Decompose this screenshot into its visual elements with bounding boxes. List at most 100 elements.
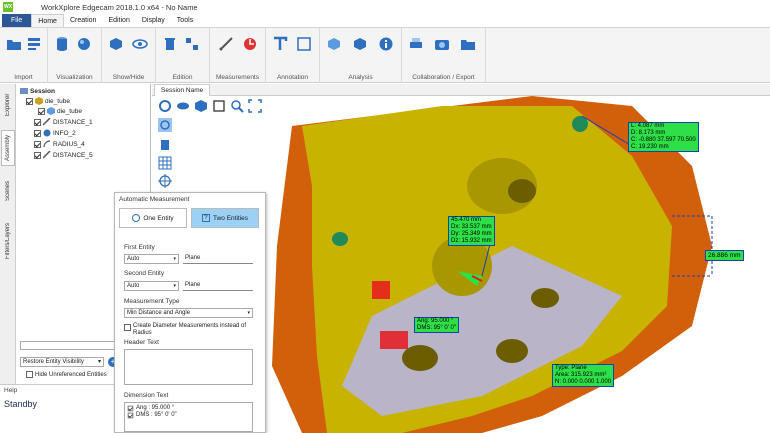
- text-annotation-icon[interactable]: [272, 36, 288, 52]
- tab-scenes[interactable]: Scenes: [1, 176, 15, 206]
- measure-line: Dy: 25.349 mm: [451, 231, 492, 237]
- tree-checkbox[interactable]: [34, 140, 41, 148]
- show-cube-icon[interactable]: [108, 36, 124, 52]
- tree-checkbox[interactable]: [26, 97, 33, 105]
- ribbon: Import Visualization Show/Hide Edition M…: [0, 28, 770, 83]
- delete-icon[interactable]: [162, 36, 178, 52]
- automatic-measurement-dialog: Automatic Measurement One Entity ? Two E…: [114, 192, 266, 433]
- tab-assembly[interactable]: Assembly: [1, 130, 15, 166]
- cube-analysis-icon[interactable]: [326, 36, 342, 52]
- menu-creation[interactable]: Creation: [64, 14, 102, 27]
- diameter-checkbox[interactable]: [124, 324, 131, 331]
- tab-two-entities[interactable]: ? Two Entities: [191, 208, 259, 228]
- diameter-option[interactable]: Create Diameter Measurements instead of …: [124, 323, 254, 337]
- section-icon[interactable]: [352, 36, 368, 52]
- menu-display[interactable]: Display: [136, 14, 171, 27]
- tree-checkbox[interactable]: [34, 129, 41, 137]
- visibility-select-value: Restore Entity Visibility: [23, 359, 84, 365]
- first-entity-input[interactable]: Plane: [183, 254, 253, 264]
- tree-row-die-tube[interactable]: die_tube: [26, 96, 70, 106]
- diameter-option-label: Create Diameter Measurements instead of …: [133, 323, 247, 336]
- ribbon-label-analysis: Analysis: [348, 74, 373, 81]
- import-list-icon[interactable]: [26, 36, 42, 52]
- dimension-line-dms[interactable]: DMS : 95° 0' 0": [127, 412, 250, 419]
- export-icon[interactable]: [460, 36, 476, 52]
- measure-line: Area: 315.923 mm²: [555, 372, 607, 378]
- ribbon-group-collaboration: Collaboration / Export: [402, 28, 486, 83]
- tree-item-label: INFO_2: [53, 129, 76, 137]
- header-text-label: Header Text: [124, 339, 159, 346]
- ribbon-group-visualization: Visualization: [48, 28, 102, 83]
- measure-line: 45.470 mm: [451, 217, 482, 223]
- tab-session-name[interactable]: Session Name: [154, 84, 211, 96]
- assembly-icon: [35, 97, 43, 105]
- measure-icon[interactable]: [242, 36, 258, 52]
- measurement-box-length[interactable]: 26.886 mm: [705, 250, 744, 261]
- camera-icon[interactable]: [434, 36, 450, 52]
- app-logo-text: WX: [3, 4, 13, 10]
- measure-line: Type: Plane: [555, 365, 587, 371]
- hide-unreferenced-checkbox[interactable]: [26, 371, 33, 378]
- tree-item-label: DISTANCE_5: [53, 151, 93, 159]
- tree-row-distance-5[interactable]: DISTANCE_5: [34, 150, 93, 160]
- dimension-line-angle[interactable]: Ang : 95.000 °: [127, 405, 250, 412]
- dimension-dms-checkbox[interactable]: [127, 412, 134, 419]
- hide-unreferenced-option[interactable]: Hide Unreferenced Entities: [26, 371, 107, 378]
- measure-line: N: 0.000 0.000 1.000: [555, 379, 612, 385]
- second-entity-mode-select[interactable]: Auto ▾: [124, 281, 179, 291]
- chevron-down-icon: ▾: [173, 283, 176, 289]
- shading-icon[interactable]: [76, 36, 92, 52]
- application-window: { "app": {"title": "WorkXplore Edgecam 2…: [0, 0, 770, 433]
- hide-unreferenced-label: Hide Unreferenced Entities: [35, 371, 107, 378]
- menu-home[interactable]: Home: [31, 14, 64, 27]
- two-entities-icon: ?: [201, 214, 210, 222]
- tree-row-die-tube-part[interactable]: die_tube: [38, 106, 82, 116]
- part-icon: [47, 107, 55, 115]
- menu-tools[interactable]: Tools: [171, 14, 199, 27]
- tab-explorer[interactable]: Explorer: [1, 88, 15, 122]
- dimension-angle-checkbox[interactable]: [127, 405, 134, 412]
- visibility-select[interactable]: Restore Entity Visibility ▾: [20, 357, 104, 367]
- second-entity-input[interactable]: Plane: [183, 281, 253, 291]
- first-entity-mode-select[interactable]: Auto ▾: [124, 254, 179, 264]
- eye-icon[interactable]: [132, 36, 148, 52]
- print-icon[interactable]: [408, 36, 424, 52]
- dimension-text-area[interactable]: Ang : 95.000 ° DMS : 95° 0' 0": [124, 402, 253, 432]
- open-folder-icon[interactable]: [6, 36, 22, 52]
- measurement-box-angle[interactable]: Ang: 95.000 ° DMS: 95° 0' 0": [414, 317, 460, 333]
- tree-row-radius-4[interactable]: RADIUS_4: [34, 139, 85, 149]
- measure-line: Ang: 95.000 °: [417, 318, 454, 324]
- tree-row-session[interactable]: Session: [20, 86, 55, 96]
- distance-icon: [43, 118, 51, 126]
- cylinder-icon[interactable]: [54, 36, 70, 52]
- measurement-box-point[interactable]: L: 4.087 mm D: 8.173 mm C: -0.880 37.597…: [628, 122, 699, 152]
- second-entity-label: Second Entity: [124, 270, 165, 277]
- session-icon: [20, 88, 28, 94]
- tab-filters-layers[interactable]: Filters/Layers: [1, 216, 15, 266]
- tree-checkbox[interactable]: [38, 107, 45, 115]
- header-text-area[interactable]: [124, 349, 253, 385]
- distance-icon: [43, 151, 51, 159]
- edit-entities-icon[interactable]: [184, 36, 200, 52]
- ribbon-group-annotation: Annotation: [266, 28, 320, 83]
- chevron-down-icon: ▾: [97, 359, 101, 365]
- tree-checkbox[interactable]: [34, 118, 41, 126]
- tree-row-distance-1[interactable]: DISTANCE_1: [34, 117, 93, 127]
- tree-item-label: DISTANCE_1: [53, 118, 93, 126]
- menu-edition[interactable]: Edition: [102, 14, 135, 27]
- menu-file[interactable]: File: [2, 14, 32, 27]
- tree-checkbox[interactable]: [34, 151, 41, 159]
- measurement-type-select[interactable]: Min Distance and Angle ▾: [124, 308, 253, 318]
- caliper-icon[interactable]: [218, 36, 234, 52]
- tree-row-info-2[interactable]: INFO_2: [34, 128, 76, 138]
- note-icon[interactable]: [296, 36, 312, 52]
- tab-one-entity[interactable]: One Entity: [119, 208, 187, 228]
- measurement-box-distance[interactable]: 45.470 mm Dx: 33.537 mm Dy: 25.349 mm Dz…: [448, 216, 495, 246]
- measure-line: C: 19.230 mm: [631, 144, 669, 150]
- ribbon-group-measurements: Measurements: [210, 28, 266, 83]
- ribbon-group-analysis: Analysis: [320, 28, 402, 83]
- measurement-type-value: Min Distance and Angle: [127, 310, 191, 316]
- dimension-line-text: Ang : 95.000 °: [136, 405, 175, 411]
- measurement-box-plane[interactable]: Type: Plane Area: 315.923 mm² N: 0.000 0…: [552, 364, 615, 387]
- info-icon[interactable]: [378, 36, 394, 52]
